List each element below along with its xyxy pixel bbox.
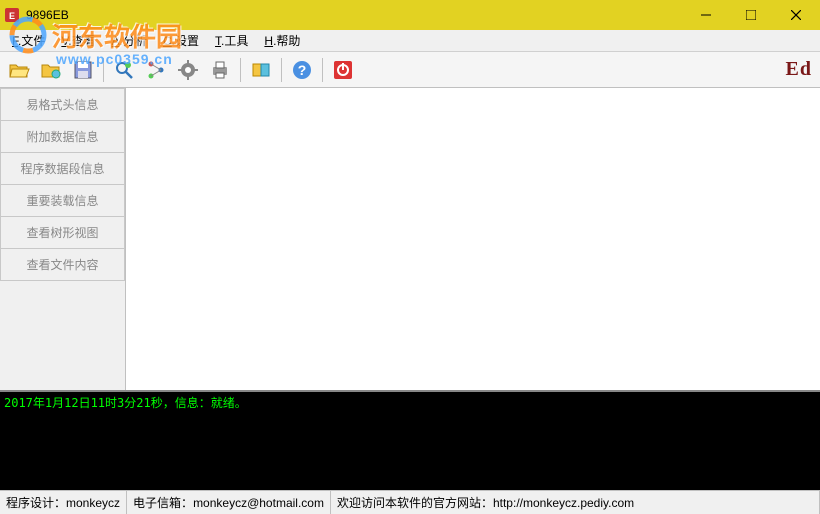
app-icon: E: [4, 7, 20, 23]
menu-settings[interactable]: C.设置: [155, 30, 207, 51]
toolbar: ? Ed: [0, 52, 820, 88]
plugin-icon[interactable]: [246, 55, 276, 85]
brand-logo: Ed: [786, 58, 812, 81]
sidebar-tab-extra-data[interactable]: 附加数据信息: [0, 120, 125, 153]
status-website: 欢迎访问本软件的官方网站：http://monkeycz.pediy.com: [331, 491, 820, 514]
toolbar-separator: [240, 58, 241, 82]
open-folder-icon[interactable]: [36, 55, 66, 85]
svg-text:E: E: [9, 11, 15, 21]
settings-icon[interactable]: [173, 55, 203, 85]
maximize-button[interactable]: [728, 0, 773, 30]
svg-text:?: ?: [298, 62, 307, 78]
sidebar-tab-load-info[interactable]: 重要装载信息: [0, 184, 125, 217]
power-icon[interactable]: [328, 55, 358, 85]
sidebar-tab-tree-view[interactable]: 查看树形视图: [0, 216, 125, 249]
content-pane: [125, 88, 820, 390]
console-line: 2017年1月12日11时3分21秒，信息：就绪。: [4, 394, 816, 411]
console-output[interactable]: 2017年1月12日11时3分21秒，信息：就绪。: [0, 390, 820, 490]
tree-icon[interactable]: [141, 55, 171, 85]
window-title: 9896EB: [26, 8, 683, 22]
save-icon[interactable]: [68, 55, 98, 85]
menu-tools[interactable]: T.工具: [207, 30, 256, 51]
sidebar: 易格式头信息 附加数据信息 程序数据段信息 重要装载信息 查看树形视图 查看文件…: [0, 88, 125, 390]
menu-file[interactable]: F.文件: [4, 30, 53, 51]
minimize-button[interactable]: [683, 0, 728, 30]
menu-help[interactable]: H.帮助: [256, 30, 308, 51]
status-email: 电子信箱：monkeycz@hotmail.com: [127, 491, 331, 514]
status-author: 程序设计：monkeycz: [0, 491, 127, 514]
menu-view[interactable]: V.查看: [53, 30, 103, 51]
sidebar-tab-file-content[interactable]: 查看文件内容: [0, 248, 125, 281]
print-icon[interactable]: [205, 55, 235, 85]
toolbar-separator: [103, 58, 104, 82]
sidebar-tab-data-section[interactable]: 程序数据段信息: [0, 152, 125, 185]
toolbar-separator: [281, 58, 282, 82]
help-icon[interactable]: ?: [287, 55, 317, 85]
sidebar-tab-header-info[interactable]: 易格式头信息: [0, 88, 125, 121]
menu-analyze[interactable]: A.分析: [104, 30, 155, 51]
close-button[interactable]: [773, 0, 818, 30]
statusbar: 程序设计：monkeycz 电子信箱：monkeycz@hotmail.com …: [0, 490, 820, 514]
analyze-icon[interactable]: [109, 55, 139, 85]
main-area: 易格式头信息 附加数据信息 程序数据段信息 重要装载信息 查看树形视图 查看文件…: [0, 88, 820, 390]
titlebar: E 9896EB: [0, 0, 820, 30]
open-file-icon[interactable]: [4, 55, 34, 85]
toolbar-separator: [322, 58, 323, 82]
menubar: F.文件 V.查看 A.分析 C.设置 T.工具 H.帮助: [0, 30, 820, 52]
